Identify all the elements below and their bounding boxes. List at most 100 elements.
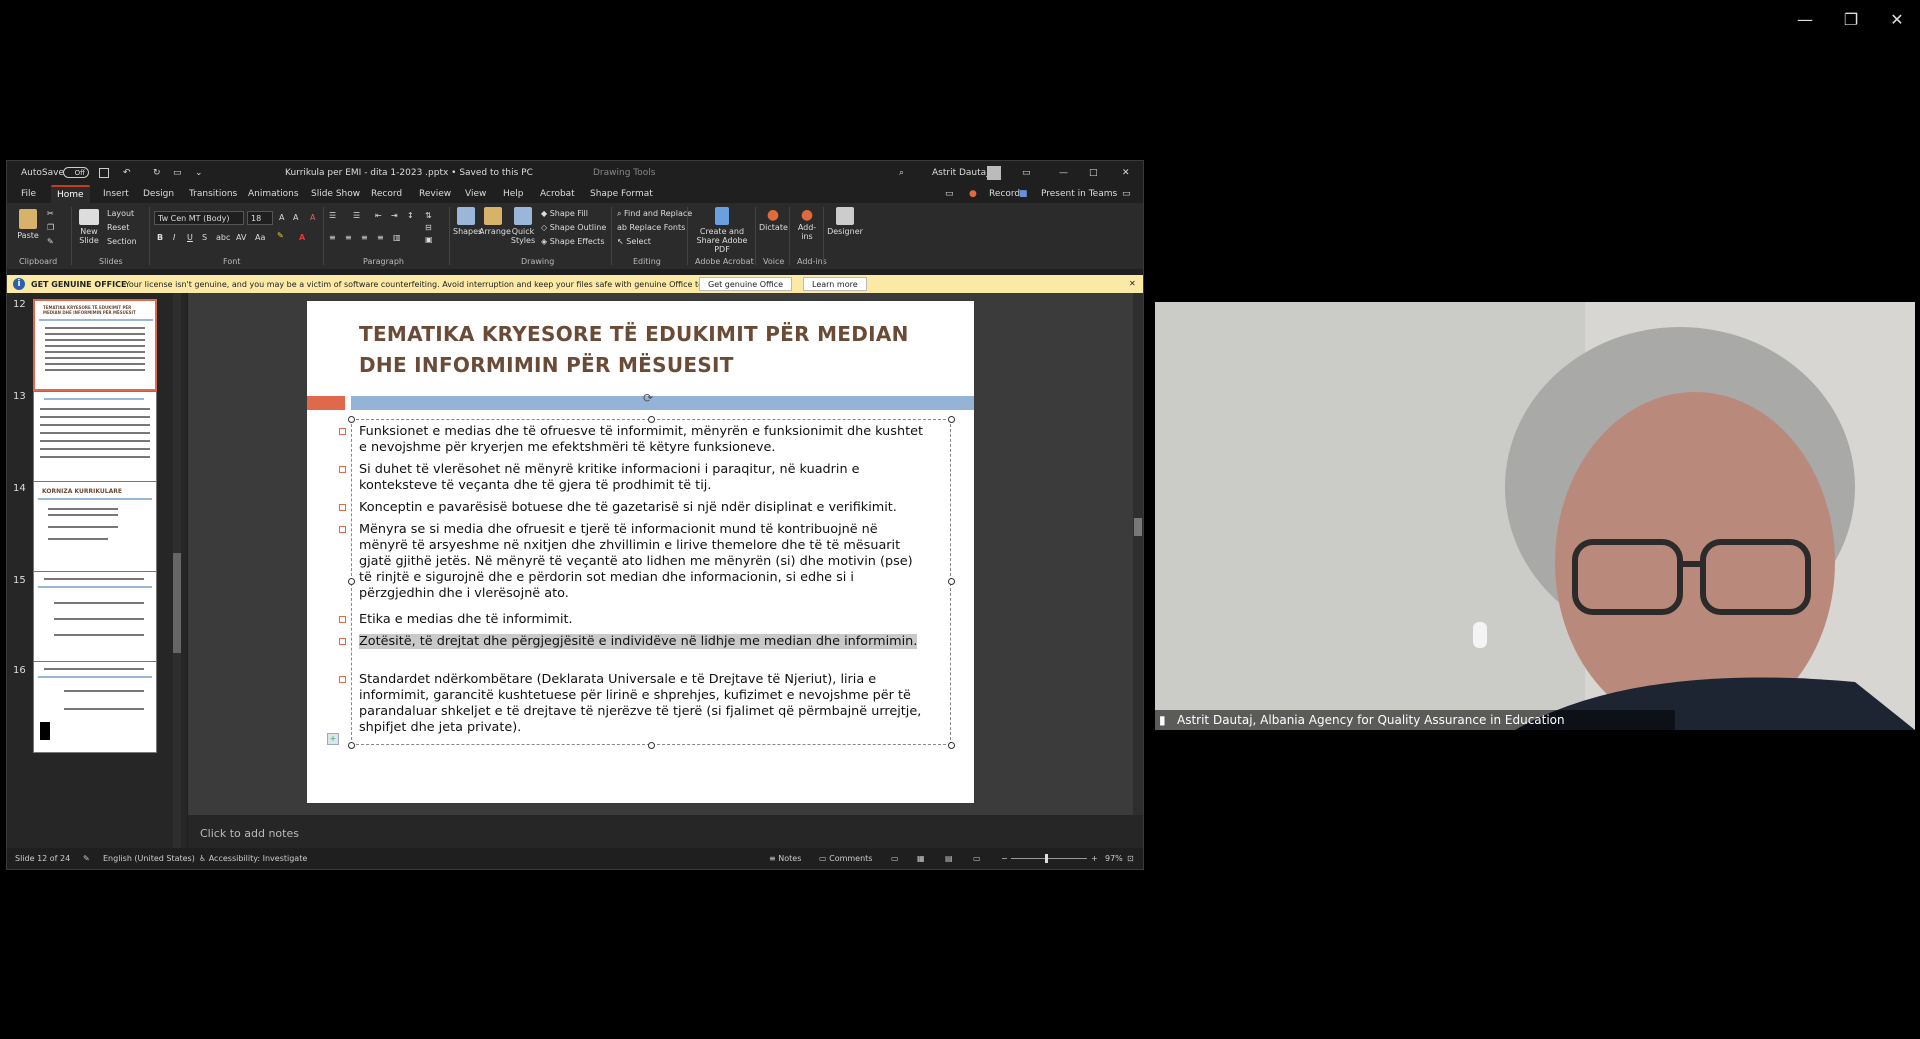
layout-button[interactable]: Layout bbox=[107, 209, 134, 218]
highlight-icon[interactable]: ✎ bbox=[277, 231, 284, 240]
slide-sorter-icon[interactable]: ▦ bbox=[917, 854, 925, 863]
tab-insert[interactable]: Insert bbox=[103, 189, 129, 199]
autosave-toggle[interactable]: Off bbox=[63, 167, 89, 178]
decrease-font-icon[interactable]: A bbox=[293, 213, 298, 222]
tab-transitions[interactable]: Transitions bbox=[189, 189, 237, 199]
notes-toggle[interactable]: ≡ Notes bbox=[769, 854, 801, 863]
cut-icon[interactable]: ✂ bbox=[47, 209, 54, 218]
comments-toggle[interactable]: ▭ Comments bbox=[819, 854, 872, 863]
spellcheck-icon[interactable]: ✎ bbox=[83, 854, 90, 863]
scrollbar-thumb[interactable] bbox=[173, 553, 181, 653]
find-replace-button[interactable]: ⌕ Find and Replace bbox=[617, 209, 692, 219]
share-icon[interactable]: ▭ bbox=[1122, 189, 1131, 199]
align-left-icon[interactable]: ≡ bbox=[329, 233, 336, 242]
shadow-icon[interactable]: S bbox=[202, 233, 207, 242]
comment-icon[interactable]: ▭ bbox=[945, 189, 954, 199]
shape-outline-button[interactable]: ◇ Shape Outline bbox=[541, 223, 606, 232]
replace-fonts-button[interactable]: ab Replace Fonts bbox=[617, 223, 685, 232]
customize-icon[interactable]: ⌄ bbox=[195, 168, 203, 178]
align-center-icon[interactable]: ≡ bbox=[345, 233, 352, 242]
minimize-button[interactable]: — bbox=[1790, 10, 1820, 29]
zoom-out-icon[interactable]: − bbox=[1001, 854, 1008, 863]
text-direction-icon[interactable]: ⇅ bbox=[425, 211, 432, 220]
thumbnail-slide-14[interactable]: KORNIZA KURRIKULARE bbox=[33, 481, 157, 573]
rotate-handle-icon[interactable]: ⟳ bbox=[643, 391, 653, 405]
save-icon[interactable] bbox=[99, 168, 109, 178]
learn-more-button[interactable]: Learn more bbox=[803, 277, 867, 291]
zoom-slider[interactable] bbox=[1011, 854, 1087, 863]
window-close-icon[interactable]: ✕ bbox=[1122, 168, 1130, 178]
notes-pane[interactable]: Click to add notes bbox=[188, 815, 1143, 848]
tab-review[interactable]: Review bbox=[419, 189, 451, 199]
italic-icon[interactable]: I bbox=[173, 233, 175, 242]
tab-acrobat[interactable]: Acrobat bbox=[540, 189, 575, 199]
tab-shape-format[interactable]: Shape Format bbox=[590, 189, 653, 199]
font-size-field[interactable]: 18 bbox=[247, 211, 273, 225]
addins-button[interactable]: ● Add-ins bbox=[793, 207, 821, 241]
fit-slide-icon[interactable]: ⊡ bbox=[1127, 854, 1134, 863]
language-label[interactable]: English (United States) bbox=[103, 854, 195, 863]
reading-view-icon[interactable]: ▤ bbox=[945, 854, 953, 863]
underline-icon[interactable]: U bbox=[187, 233, 193, 242]
slide-scrollbar-thumb[interactable] bbox=[1134, 518, 1142, 536]
restore-button[interactable]: ❐ bbox=[1836, 10, 1866, 29]
thumbnail-slide-16[interactable] bbox=[33, 661, 157, 753]
font-color-icon[interactable]: A bbox=[299, 233, 305, 242]
new-slide-button[interactable]: New Slide bbox=[75, 209, 103, 245]
notes-placeholder[interactable]: Click to add notes bbox=[200, 827, 299, 840]
accessibility-status[interactable]: ♿ Accessibility: Investigate bbox=[199, 854, 307, 863]
char-spacing-icon[interactable]: AV bbox=[236, 233, 246, 242]
align-right-icon[interactable]: ≡ bbox=[361, 233, 368, 242]
thumbnail-slide-12[interactable]: TEMATIKA KRYESORE TË EDUKIMIT PËR MEDIAN… bbox=[33, 299, 157, 391]
thumbnails-scrollbar[interactable] bbox=[173, 293, 181, 848]
numbering-icon[interactable]: ☰ bbox=[353, 211, 360, 220]
decrease-indent-icon[interactable]: ⇤ bbox=[375, 211, 382, 220]
tab-slide-show[interactable]: Slide Show bbox=[311, 189, 360, 199]
tab-design[interactable]: Design bbox=[143, 189, 174, 199]
window-maximize-icon[interactable]: □ bbox=[1089, 168, 1098, 178]
justify-icon[interactable]: ≡ bbox=[377, 233, 384, 242]
get-genuine-button[interactable]: Get genuine Office bbox=[699, 277, 793, 291]
select-button[interactable]: ↖ Select bbox=[617, 237, 651, 246]
current-slide[interactable]: TEMATIKA KRYESORE TË EDUKIMIT PËR MEDIAN… bbox=[307, 301, 974, 803]
thumbnail-slide-15[interactable] bbox=[33, 571, 157, 663]
ribbon-display-icon[interactable]: ▭ bbox=[1022, 168, 1031, 178]
slide-title[interactable]: TEMATIKA KRYESORE TË EDUKIMIT PËR MEDIAN… bbox=[359, 319, 919, 381]
shape-effects-button[interactable]: ◈ Shape Effects bbox=[541, 237, 605, 246]
document-title[interactable]: Kurrikula per EMI - dita 1-2023 .pptx • … bbox=[285, 168, 533, 178]
paste-button[interactable]: Paste bbox=[15, 209, 41, 240]
copy-icon[interactable]: ❐ bbox=[47, 223, 54, 232]
thumbnail-slide-13[interactable] bbox=[33, 391, 157, 483]
present-icon[interactable]: ▭ bbox=[173, 168, 182, 178]
strikethrough-icon[interactable]: abc bbox=[216, 233, 230, 242]
quick-styles-button[interactable]: Quick Styles bbox=[509, 207, 537, 245]
zoom-slider-thumb[interactable] bbox=[1045, 854, 1048, 863]
bullets-icon[interactable]: ☰ bbox=[329, 211, 336, 220]
participant-video[interactable]: ▮ Astrit Dautaj, Albania Agency for Qual… bbox=[1155, 302, 1915, 730]
slideshow-view-icon[interactable]: ▭ bbox=[973, 854, 981, 863]
zoom-level[interactable]: 97% bbox=[1105, 854, 1123, 863]
normal-view-icon[interactable]: ▭ bbox=[891, 854, 899, 863]
avatar[interactable] bbox=[987, 166, 1001, 180]
zoom-in-icon[interactable]: + bbox=[1091, 854, 1098, 863]
clear-format-icon[interactable]: A bbox=[310, 213, 315, 222]
shape-fill-button[interactable]: ◆ Shape Fill bbox=[541, 209, 588, 218]
tab-record[interactable]: Record bbox=[371, 189, 402, 199]
tab-help[interactable]: Help bbox=[503, 189, 524, 199]
window-minimize-icon[interactable]: — bbox=[1059, 168, 1068, 178]
user-name[interactable]: Astrit Dautaj bbox=[932, 168, 989, 178]
align-text-icon[interactable]: ⊟ bbox=[425, 223, 432, 232]
bold-icon[interactable]: B bbox=[157, 233, 163, 242]
present-in-teams-button[interactable]: Present in Teams bbox=[1041, 189, 1117, 199]
smartart-icon[interactable]: ▣ bbox=[425, 235, 433, 244]
redo-icon[interactable]: ↻ bbox=[153, 168, 161, 178]
font-name-field[interactable]: Tw Cen MT (Body) bbox=[154, 211, 244, 225]
banner-close-icon[interactable]: ✕ bbox=[1129, 279, 1136, 288]
arrange-button[interactable]: Arrange bbox=[479, 207, 511, 236]
format-painter-icon[interactable]: ✎ bbox=[47, 237, 54, 246]
increase-font-icon[interactable]: A bbox=[279, 213, 284, 222]
reset-button[interactable]: Reset bbox=[107, 223, 129, 232]
columns-icon[interactable]: ▥ bbox=[393, 233, 401, 242]
search-icon[interactable]: ⌕ bbox=[899, 168, 904, 178]
create-share-pdf-button[interactable]: Create and Share Adobe PDF bbox=[691, 207, 753, 254]
